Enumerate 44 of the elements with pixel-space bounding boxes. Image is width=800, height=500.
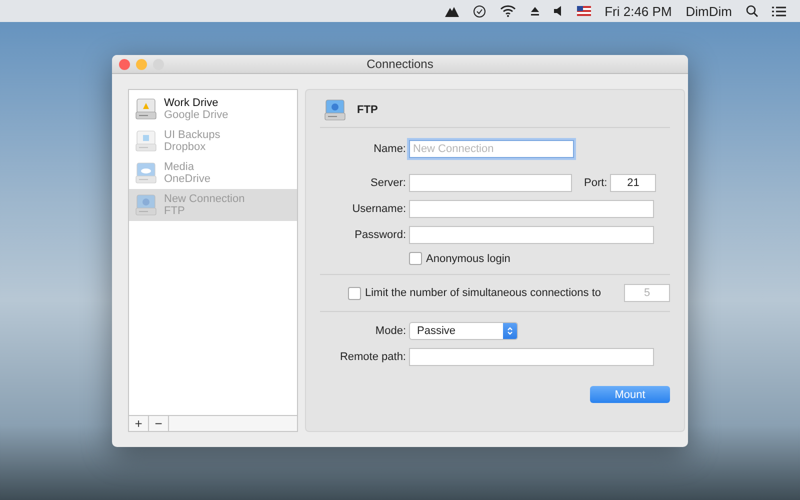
connection-name: UI Backups xyxy=(164,129,220,141)
anonymous-login-checkbox[interactable]: Anonymous login xyxy=(409,252,510,265)
eject-icon[interactable] xyxy=(530,6,540,16)
field-label: Remote path: xyxy=(338,351,406,363)
connection-name: New Connection xyxy=(164,193,245,205)
flag-icon[interactable] xyxy=(576,6,591,16)
field-label: Name: xyxy=(372,143,406,155)
connection-service: Dropbox xyxy=(164,141,207,153)
field-label: Password: xyxy=(354,229,406,241)
connection-service: FTP xyxy=(164,205,186,217)
remote-path-field[interactable] xyxy=(409,348,654,366)
wifi-icon[interactable] xyxy=(500,5,516,17)
password-field[interactable] xyxy=(409,226,654,244)
user-name[interactable]: DimDim xyxy=(686,4,732,18)
port-field[interactable]: 21 xyxy=(610,174,656,192)
limit-connections-checkbox[interactable]: Limit the number of simultaneous connections to xyxy=(348,286,602,300)
stepper-icon xyxy=(507,326,513,336)
server-field[interactable] xyxy=(409,174,572,192)
username-field[interactable] xyxy=(409,200,654,218)
connection-service: OneDrive xyxy=(164,173,210,185)
drive-icon xyxy=(134,161,158,185)
check-circle-icon[interactable] xyxy=(472,4,486,18)
connection-name: Work Drive xyxy=(164,97,220,109)
speaker-icon[interactable] xyxy=(554,6,563,16)
field-label: Mode: xyxy=(374,325,406,337)
connection-name: Media xyxy=(164,161,195,173)
list-icon[interactable] xyxy=(772,6,786,16)
field-label: Port: xyxy=(584,177,608,189)
connection-service: Google Drive xyxy=(164,109,228,121)
field-label: Username: xyxy=(351,203,406,215)
clock[interactable]: Fri 2:46 PM xyxy=(604,4,672,18)
name-field[interactable]: New Connection xyxy=(409,140,574,158)
field-label: Server: xyxy=(370,177,406,189)
limit-field[interactable]: 5 xyxy=(624,284,670,302)
connection-item[interactable]: Work Drive Google Drive xyxy=(129,93,297,125)
search-icon[interactable] xyxy=(746,5,758,17)
drive-icon xyxy=(134,129,158,153)
drive-icon xyxy=(323,98,347,122)
protocol-title: FTP xyxy=(357,104,378,116)
window-title: Connections xyxy=(366,57,434,71)
mode-select[interactable]: Passive xyxy=(409,322,518,340)
drive-icon xyxy=(134,97,158,121)
drive-icon xyxy=(134,193,158,217)
mountain-icon[interactable] xyxy=(444,5,459,17)
